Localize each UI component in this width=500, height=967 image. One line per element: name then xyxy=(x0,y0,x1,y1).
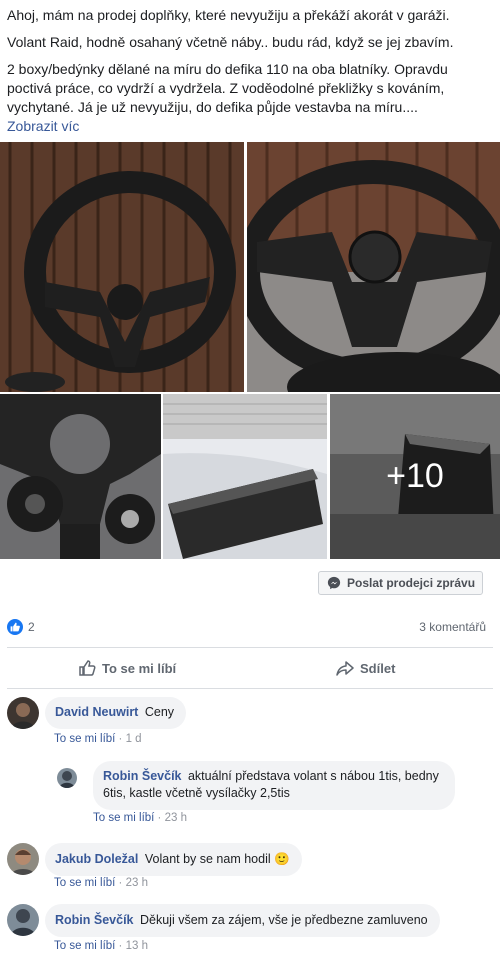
comment: Jakub Doležal Volant by se nam hodil 🙂 xyxy=(7,843,302,876)
avatar[interactable] xyxy=(7,904,39,936)
messenger-icon xyxy=(327,576,341,590)
avatar[interactable] xyxy=(7,697,39,729)
post-paragraph: Ahoj, mám na prodej doplňky, které nevyu… xyxy=(7,7,450,23)
share-button[interactable]: Sdílet xyxy=(336,655,395,681)
comment-meta: To se mi líbí · 13 h xyxy=(54,940,148,952)
comment-meta: To se mi líbí · 1 d xyxy=(54,733,142,745)
comment-count-link[interactable]: 3 komentářů xyxy=(419,620,486,634)
comment-bubble: David Neuwirt Ceny xyxy=(45,697,187,729)
comment-author[interactable]: Robin Ševčík xyxy=(55,913,134,927)
share-icon xyxy=(336,661,354,676)
see-more-link[interactable]: Zobrazit víc xyxy=(7,117,495,136)
share-button-label: Sdílet xyxy=(360,660,396,676)
more-photos-count: +10 xyxy=(330,394,500,559)
comment-like-link[interactable]: To se mi líbí xyxy=(54,733,115,745)
like-button-label: To se mi líbí xyxy=(102,660,177,676)
comment-meta: To se mi líbí · 23 h xyxy=(54,877,148,889)
comment-author[interactable]: Jakub Doležal xyxy=(55,852,138,866)
comment-bubble: Jakub Doležal Volant by se nam hodil 🙂 xyxy=(45,843,302,876)
comment-time[interactable]: 23 h xyxy=(165,812,187,824)
photo-box-more[interactable]: +10 xyxy=(330,394,500,559)
comment-text: Děkuji všem za zájem, vše je předbezne z… xyxy=(139,913,428,927)
comment-time[interactable]: 23 h xyxy=(126,877,148,889)
message-seller-label: Poslat prodejci zprávu xyxy=(347,576,476,590)
comment: David Neuwirt Ceny xyxy=(7,697,187,729)
comment-time[interactable]: 13 h xyxy=(126,940,148,952)
comment-author[interactable]: Robin Ševčík xyxy=(103,769,182,783)
divider xyxy=(7,647,493,648)
smile-emoji-icon: 🙂 xyxy=(274,852,290,866)
reaction-count: 2 xyxy=(28,620,35,634)
photo-steering-wheel-2[interactable] xyxy=(247,142,500,392)
photo-box-1[interactable] xyxy=(163,394,327,559)
like-button[interactable]: To se mi líbí xyxy=(78,655,176,681)
comment-text: Ceny xyxy=(144,705,175,719)
post-paragraph: Volant Raid, hodně osahaný včetně náby..… xyxy=(7,34,454,50)
message-seller-button[interactable]: Poslat prodejci zprávu xyxy=(318,571,483,595)
comment-bubble: Robin Ševčík aktuální představa volant s… xyxy=(93,761,455,810)
comment-like-link[interactable]: To se mi líbí xyxy=(54,877,115,889)
like-reaction-icon xyxy=(7,619,23,635)
avatar[interactable] xyxy=(7,843,39,875)
post-paragraph: 2 boxy/bedýnky dělané na míru do defika … xyxy=(7,61,448,115)
comment-meta: To se mi líbí · 23 h xyxy=(93,812,187,824)
comment-text: Volant by se nam hodil xyxy=(144,852,271,866)
comment-author[interactable]: David Neuwirt xyxy=(55,705,138,719)
reaction-summary[interactable]: 2 xyxy=(7,619,35,635)
thumbs-up-icon xyxy=(79,660,96,676)
comment-like-link[interactable]: To se mi líbí xyxy=(93,812,154,824)
comment-bubble: Robin Ševčík Děkuji všem za zájem, vše j… xyxy=(45,904,440,937)
comment: Robin Ševčík Děkuji všem za zájem, vše j… xyxy=(7,904,440,937)
divider xyxy=(7,688,493,689)
comment-time[interactable]: 1 d xyxy=(126,733,142,745)
comment-reply: Robin Ševčík aktuální představa volant s… xyxy=(57,761,455,810)
photo-steering-wheel-1[interactable] xyxy=(0,142,244,392)
photo-steering-hub[interactable] xyxy=(0,394,161,559)
post-text: Ahoj, mám na prodej doplňky, které nevyu… xyxy=(7,6,495,136)
comment-like-link[interactable]: To se mi líbí xyxy=(54,940,115,952)
avatar[interactable] xyxy=(57,768,77,788)
